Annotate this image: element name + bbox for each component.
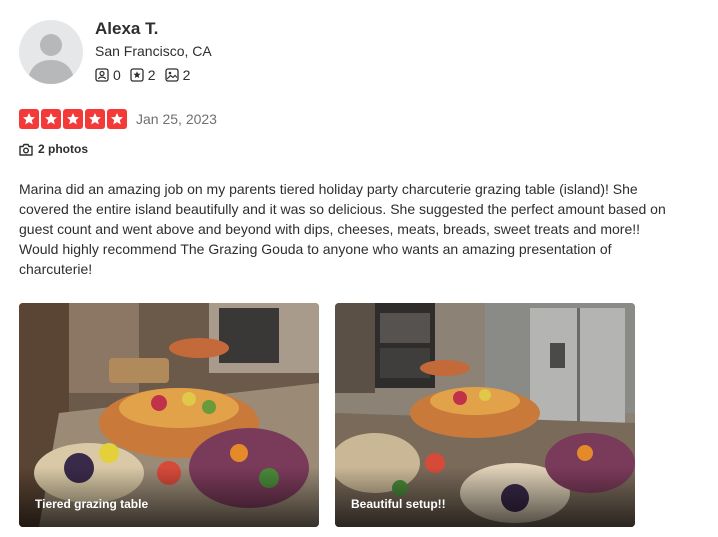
star-icon xyxy=(41,109,61,129)
photo-caption: Beautiful setup!! xyxy=(351,497,446,511)
friends-icon xyxy=(95,68,109,82)
review-text: Marina did an amazing job on my parents … xyxy=(19,181,666,277)
star-icon xyxy=(19,109,39,129)
star-rating xyxy=(19,109,129,129)
user-name[interactable]: Alexa T. xyxy=(95,19,158,39)
photos-label: 2 photos xyxy=(38,142,88,156)
reviews-count: 2 xyxy=(147,67,156,83)
avatar[interactable] xyxy=(19,20,83,84)
photo-caption: Tiered grazing table xyxy=(35,497,149,511)
star-icon xyxy=(107,109,127,129)
review-photo-2[interactable]: Beautiful setup!! xyxy=(335,303,635,527)
photos-link[interactable]: 2 photos xyxy=(19,142,88,156)
rating-row: Jan 25, 2023 xyxy=(19,109,217,129)
user-location: San Francisco, CA xyxy=(95,43,212,59)
review-star-icon xyxy=(130,68,144,82)
review-date: Jan 25, 2023 xyxy=(136,111,217,127)
user-silhouette-icon xyxy=(27,34,75,84)
user-stats: 0 2 2 xyxy=(95,67,199,83)
star-icon xyxy=(63,109,83,129)
friends-count: 0 xyxy=(113,67,121,83)
reviews-stat: 2 xyxy=(130,67,156,83)
star-icon xyxy=(85,109,105,129)
review-photo-1[interactable]: Tiered grazing table xyxy=(19,303,319,527)
friends-stat: 0 xyxy=(95,67,121,83)
camera-icon xyxy=(19,143,33,156)
photos-stat: 2 xyxy=(164,67,191,83)
photos-count: 2 xyxy=(182,67,191,83)
image-icon xyxy=(164,68,179,82)
